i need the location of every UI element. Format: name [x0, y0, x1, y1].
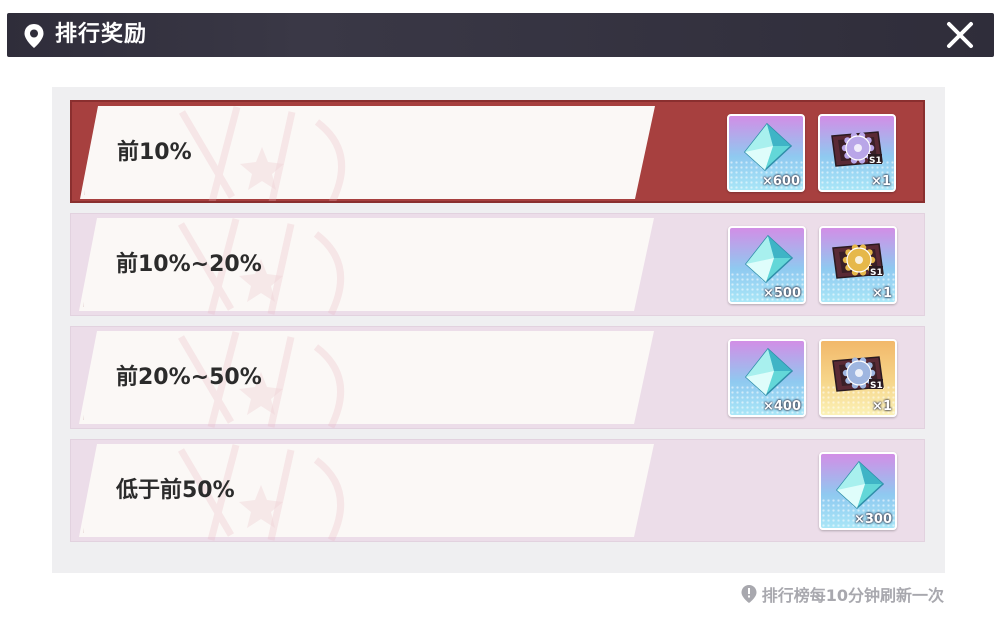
close-icon[interactable]: [946, 21, 974, 49]
diamond-crystal-icon: [744, 234, 794, 284]
rewards-panel: 前10% ×600 S1 ×1 前10%~20% ×500 S1 ×1 前20%~50% ×400…: [52, 87, 945, 573]
page-title: 排行奖励: [55, 22, 148, 47]
reward-item[interactable]: S1 ×1: [819, 339, 897, 417]
reward-quantity: ×400: [762, 399, 801, 414]
tier-label: 前10%: [117, 140, 192, 165]
info-pin-icon: [741, 585, 757, 603]
reward-items: ×400 S1 ×1: [728, 339, 897, 419]
reward-items: ×500 S1 ×1: [728, 226, 897, 306]
reward-tier-row: 前10% ×600 S1 ×1: [70, 100, 925, 203]
diamond-crystal-icon: [835, 460, 885, 510]
svg-text:S1: S1: [869, 156, 882, 166]
refresh-note-text: 排行榜每10分钟刷新一次: [761, 586, 944, 605]
reward-item[interactable]: ×500: [728, 226, 806, 304]
reward-quantity: ×500: [762, 286, 801, 301]
reward-item[interactable]: ×300: [819, 452, 897, 530]
reward-tier-row: 低于前50% ×300: [70, 439, 925, 542]
gear-badge-ticket-icon: S1: [832, 243, 884, 279]
tier-label: 前20%~50%: [116, 365, 262, 390]
reward-items: ×300: [819, 452, 897, 532]
reward-quantity: ×1: [871, 174, 891, 189]
svg-text:S1: S1: [870, 268, 883, 278]
gear-badge-ticket-icon: S1: [832, 356, 884, 392]
refresh-note: 排行榜每10分钟刷新一次: [740, 582, 944, 606]
reward-quantity: ×1: [872, 286, 892, 301]
title-bar: 排行奖励: [7, 13, 994, 57]
tier-label: 低于前50%: [116, 478, 235, 503]
reward-item[interactable]: ×600: [727, 114, 805, 192]
reward-quantity: ×1: [872, 399, 892, 414]
svg-text:S1: S1: [870, 381, 883, 391]
reward-items: ×600 S1 ×1: [727, 114, 896, 194]
location-pin-icon: [24, 24, 44, 48]
reward-quantity: ×300: [853, 512, 892, 527]
diamond-crystal-icon: [743, 122, 793, 172]
reward-tier-row: 前10%~20% ×500 S1 ×1: [70, 213, 925, 316]
tier-label: 前10%~20%: [116, 252, 262, 277]
reward-tier-row: 前20%~50% ×400 S1 ×1: [70, 326, 925, 429]
diamond-crystal-icon: [744, 347, 794, 397]
reward-item[interactable]: S1 ×1: [819, 226, 897, 304]
reward-item[interactable]: ×400: [728, 339, 806, 417]
reward-item[interactable]: S1 ×1: [818, 114, 896, 192]
reward-quantity: ×600: [761, 174, 800, 189]
gear-badge-ticket-icon: S1: [831, 131, 883, 167]
